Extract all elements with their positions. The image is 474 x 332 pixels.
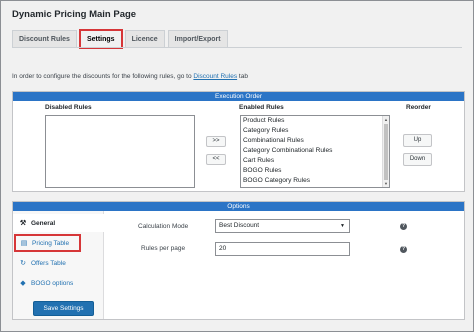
sidebar-item-label: Pricing Table	[32, 239, 70, 247]
rules-per-page-label: Rules per page	[141, 245, 186, 252]
sidebar-item-label: BOGO options	[31, 279, 74, 287]
sidebar-item-label: Offers Table	[31, 259, 66, 267]
list-item[interactable]: Category Rules	[241, 126, 389, 136]
window-frame: Dynamic Pricing Main Page Discount Rules…	[0, 0, 474, 332]
help-icon[interactable]: ?	[400, 246, 407, 253]
discount-rules-link[interactable]: Discount Rules	[193, 73, 237, 80]
wrench-icon: ⚒	[19, 220, 27, 227]
enabled-rules-scrollbar[interactable]: ▲ ▼	[382, 116, 389, 187]
tab-settings[interactable]: Settings	[78, 29, 123, 49]
save-settings-button[interactable]: Save Settings	[33, 301, 94, 316]
scroll-up-arrow-icon[interactable]: ▲	[383, 116, 389, 123]
list-item[interactable]: BOGO Category Rules	[241, 176, 389, 186]
reorder-label: Reorder	[406, 104, 431, 111]
disabled-rules-label: Disabled Rules	[45, 104, 92, 111]
tab-discount-rules[interactable]: Discount Rules	[12, 30, 77, 48]
intro-prefix: In order to configure the discounts for …	[12, 73, 194, 80]
list-item[interactable]: Category Combinational Rules	[241, 146, 389, 156]
rules-per-page-input[interactable]: 20	[215, 242, 350, 256]
move-right-button[interactable]: >>	[206, 136, 226, 147]
list-item[interactable]: Cart Rules	[241, 156, 389, 166]
enabled-rules-label: Enabled Rules	[239, 104, 284, 111]
tab-import-export[interactable]: Import/Export	[167, 30, 228, 48]
up-button[interactable]: Up	[403, 134, 432, 147]
list-item[interactable]: Product Rules	[241, 116, 389, 126]
intro-suffix: tab	[237, 73, 248, 80]
calculation-mode-label: Calculation Mode	[138, 223, 189, 230]
execution-order-panel: Execution Order Disabled Rules Enabled R…	[12, 91, 465, 192]
disabled-rules-list[interactable]	[45, 115, 195, 188]
refresh-icon: ↻	[20, 260, 26, 267]
table-icon: ▤	[20, 240, 28, 247]
sidebar-item-offers-table[interactable]: ↻ Offers Table	[13, 254, 104, 272]
sidebar-item-label: General	[31, 219, 56, 227]
page-title: Dynamic Pricing Main Page	[12, 9, 137, 20]
list-item[interactable]: BOGO Rules	[241, 166, 389, 176]
intro-text: In order to configure the discounts for …	[12, 73, 248, 80]
help-icon[interactable]: ?	[400, 223, 407, 230]
tab-bar: Discount Rules Settings Licence Import/E…	[12, 29, 228, 49]
list-item[interactable]: Combinational Rules	[241, 136, 389, 146]
execution-order-header: Execution Order	[13, 92, 464, 101]
options-header: Options	[13, 202, 464, 211]
move-left-button[interactable]: <<	[206, 154, 226, 165]
enabled-rules-list[interactable]: Product Rules Category Rules Combination…	[240, 115, 390, 188]
scroll-down-arrow-icon[interactable]: ▼	[383, 180, 389, 187]
options-sidebar: ⚒ General ▤ Pricing Table ↻ Offers Table…	[13, 211, 104, 319]
tab-licence[interactable]: Licence	[124, 30, 165, 48]
down-button[interactable]: Down	[403, 153, 432, 166]
tab-divider	[12, 47, 462, 48]
sidebar-item-bogo-options[interactable]: ◆ BOGO options	[13, 274, 104, 292]
sidebar-item-general[interactable]: ⚒ General	[13, 214, 104, 232]
calculation-mode-value: Best Discount	[219, 222, 260, 229]
options-panel: Options ⚒ General ▤ Pricing Table ↻ Offe…	[12, 201, 465, 320]
scroll-thumb[interactable]	[384, 124, 388, 180]
calculation-mode-select[interactable]: Best Discount ▼	[215, 219, 350, 233]
tag-icon: ◆	[20, 280, 26, 287]
chevron-down-icon: ▼	[340, 223, 345, 229]
sidebar-item-pricing-table[interactable]: ▤ Pricing Table	[14, 234, 81, 252]
